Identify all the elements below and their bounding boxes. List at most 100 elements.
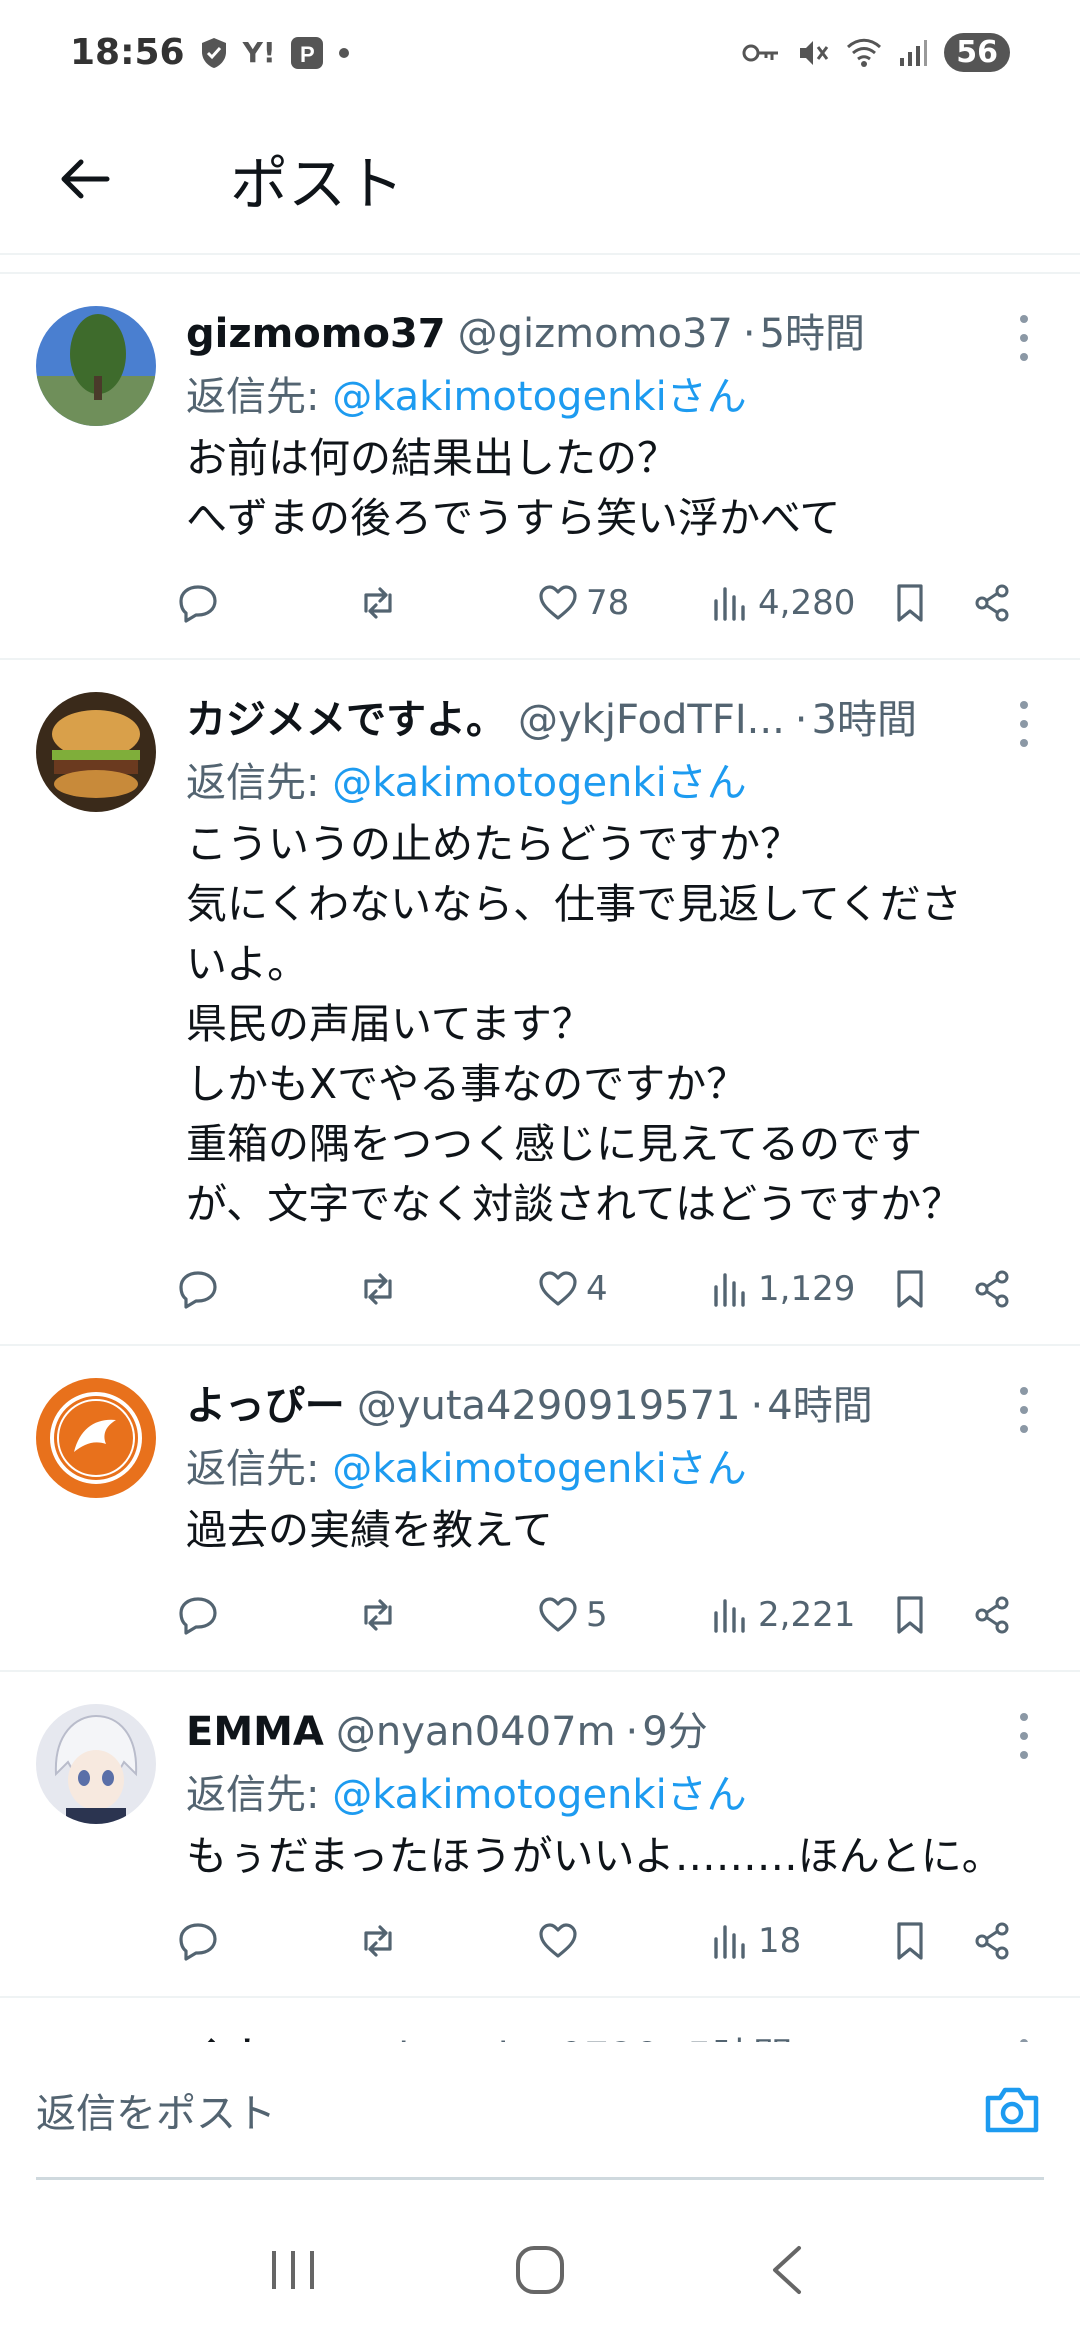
action-bar: 18 <box>176 1886 1044 1996</box>
bookmark-button[interactable] <box>888 1593 970 1637</box>
action-bar: 5 2,221 <box>176 1560 1044 1670</box>
heart-icon <box>539 1271 577 1306</box>
reply-item[interactable]: くまこ @relaxation0729 · 5時間 <box>0 1998 1080 2042</box>
avatar[interactable] <box>36 1704 156 1824</box>
heart-icon <box>539 1597 577 1632</box>
reply-text: こういうの止めたらどうですか？ 気にくわないなら、仕事で見返してくださ いよ。 … <box>186 820 963 1228</box>
reply-text: もぅだまったほうがいいよ………ほんとに。 <box>186 1832 1003 1880</box>
avatar[interactable] <box>36 306 156 426</box>
views-button[interactable]: 4,280 <box>708 581 888 625</box>
reply-composer[interactable]: 返信をポスト <box>0 2042 1080 2177</box>
reply-to-label: 返信先: <box>186 1446 333 1492</box>
camera-icon[interactable] <box>980 2078 1044 2142</box>
reply-item[interactable]: カジメメですよ。 @ykjFodTFI... · 3時間 返信先: @kakim… <box>0 660 1080 1346</box>
share-icon <box>975 1596 1009 1634</box>
views-chart-icon <box>714 1925 745 1959</box>
like-button[interactable]: 78 <box>536 581 708 625</box>
timestamp[interactable]: 4時間 <box>767 1374 872 1438</box>
repost-button[interactable] <box>356 581 536 625</box>
timestamp[interactable]: 9分 <box>642 1700 707 1764</box>
share-button[interactable] <box>970 581 1014 625</box>
action-bar: 4 1,129 <box>176 1234 1044 1344</box>
reply-button[interactable] <box>176 581 356 625</box>
reply-to-mention[interactable]: @kakimotogenkiさん <box>332 1772 746 1818</box>
separator-dot: · <box>742 311 756 357</box>
reply-button[interactable] <box>176 1267 356 1311</box>
views-chart-icon <box>714 1599 745 1633</box>
reply-button[interactable] <box>176 1919 356 1963</box>
mute-icon <box>800 40 829 65</box>
display-name[interactable]: EMMA <box>186 1700 324 1764</box>
display-name[interactable]: カジメメですよ。 <box>186 688 506 752</box>
reply-to-line: 返信先: @kakimotogenkiさん <box>186 752 1044 814</box>
view-count: 4,280 <box>758 583 856 623</box>
yahoo-icon: Y! <box>242 36 276 69</box>
avatar[interactable] <box>36 2030 156 2042</box>
bookmark-button[interactable] <box>888 1919 970 1963</box>
reply-text: 過去の実績を教えて <box>186 1506 553 1554</box>
timestamp[interactable]: 5時間 <box>687 2026 792 2042</box>
reply-item[interactable]: よっぴー @yuta4290919571 · 4時間 返信先: @kakimot… <box>0 1346 1080 1672</box>
avatar[interactable] <box>36 1378 156 1498</box>
system-back-button[interactable] <box>747 2230 827 2310</box>
avatar[interactable] <box>36 692 156 812</box>
page-title: ポスト <box>230 150 405 218</box>
display-name[interactable]: gizmomo37 <box>186 302 446 366</box>
like-button[interactable] <box>536 1919 708 1963</box>
user-handle[interactable]: @yuta4290919571 <box>357 1374 741 1438</box>
separator-dot: · <box>670 2026 683 2042</box>
views-chart-icon <box>714 587 745 621</box>
reply-button[interactable] <box>176 1593 356 1637</box>
more-options-icon[interactable] <box>1004 696 1044 752</box>
repost-button[interactable] <box>356 1593 536 1637</box>
user-handle[interactable]: @ykjFodTFI... <box>518 688 785 752</box>
reply-item[interactable]: EMMA @nyan0407m · 9分 返信先: @kakimotogenki… <box>0 1672 1080 1998</box>
share-icon <box>975 1270 1009 1308</box>
display-name[interactable]: くまこ <box>186 2026 306 2042</box>
repost-icon <box>364 1925 392 1957</box>
user-handle[interactable]: @relaxation0729 <box>318 2026 660 2042</box>
share-button[interactable] <box>970 1593 1014 1637</box>
more-options-icon[interactable] <box>1004 2034 1044 2042</box>
composer-divider <box>36 2177 1044 2180</box>
share-button[interactable] <box>970 1267 1014 1311</box>
view-count: 2,221 <box>758 1595 856 1635</box>
timestamp[interactable]: 3時間 <box>812 688 917 752</box>
like-button[interactable]: 4 <box>536 1267 708 1311</box>
views-button[interactable]: 2,221 <box>708 1593 888 1637</box>
reply-to-mention[interactable]: @kakimotogenkiさん <box>332 1446 746 1492</box>
home-button[interactable] <box>500 2230 580 2310</box>
repost-button[interactable] <box>356 1267 536 1311</box>
reply-feed: gizmomo37 @gizmomo37 · 5時間 返信先: @kakimot… <box>0 272 1080 2042</box>
home-icon <box>515 2246 564 2294</box>
user-handle[interactable]: @gizmomo37 <box>458 302 733 366</box>
bookmark-button[interactable] <box>888 1267 970 1311</box>
share-button[interactable] <box>970 1919 1014 1963</box>
timestamp[interactable]: 5時間 <box>760 302 865 366</box>
shield-icon <box>201 37 226 68</box>
more-options-icon[interactable] <box>1004 1382 1044 1438</box>
views-button[interactable]: 1,129 <box>708 1267 888 1311</box>
bookmark-icon <box>897 1596 923 1634</box>
reply-item[interactable]: gizmomo37 @gizmomo37 · 5時間 返信先: @kakimot… <box>0 274 1080 660</box>
separator-dot: · <box>750 1383 764 1429</box>
reply-to-line: 返信先: @kakimotogenkiさん <box>186 366 1044 428</box>
view-count: 18 <box>758 1921 802 1961</box>
views-button[interactable]: 18 <box>708 1919 888 1963</box>
more-options-icon[interactable] <box>1004 310 1044 366</box>
like-button[interactable]: 5 <box>536 1593 708 1637</box>
reply-to-label: 返信先: <box>186 374 333 420</box>
user-handle[interactable]: @nyan0407m <box>336 1700 616 1764</box>
signal-icon <box>900 39 928 66</box>
more-options-icon[interactable] <box>1004 1708 1044 1764</box>
reply-input[interactable]: 返信をポスト <box>36 2081 276 2139</box>
bookmark-button[interactable] <box>888 581 970 625</box>
repost-button[interactable] <box>356 1919 536 1963</box>
reply-to-mention[interactable]: @kakimotogenkiさん <box>332 374 746 420</box>
battery-indicator: 56 <box>944 33 1010 72</box>
comment-icon <box>179 1597 217 1635</box>
recent-apps-button[interactable] <box>253 2230 333 2310</box>
display-name[interactable]: よっぴー <box>186 1374 345 1438</box>
back-button[interactable] <box>40 134 130 224</box>
reply-to-mention[interactable]: @kakimotogenkiさん <box>332 760 746 806</box>
